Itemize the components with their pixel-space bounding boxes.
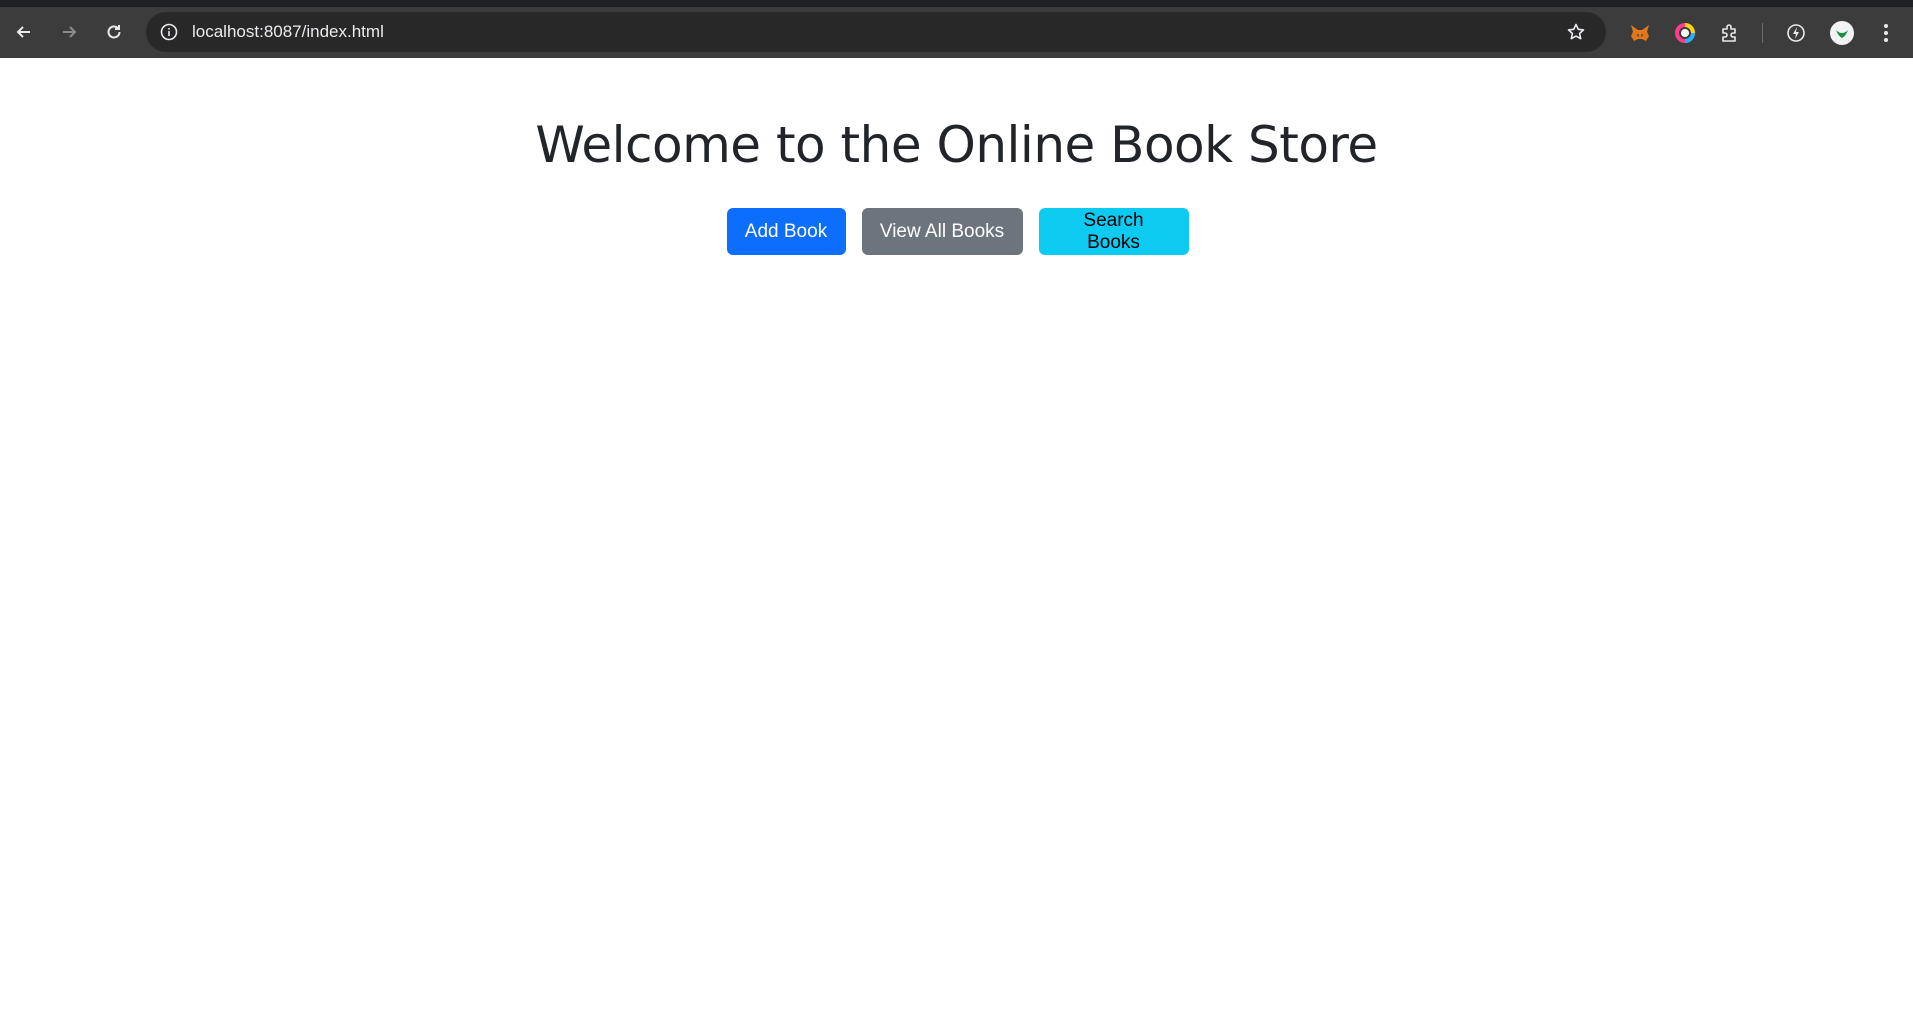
site-info-button[interactable] bbox=[158, 21, 180, 43]
kebab-menu-icon bbox=[1884, 24, 1888, 42]
reload-button[interactable] bbox=[99, 17, 129, 47]
browser-menu-button[interactable] bbox=[1873, 20, 1899, 46]
profile-avatar-icon bbox=[1830, 21, 1854, 45]
star-icon bbox=[1567, 23, 1585, 40]
reload-icon bbox=[107, 25, 121, 39]
puzzle-piece-icon bbox=[1722, 24, 1736, 42]
search-books-button[interactable]: Search Books bbox=[1038, 208, 1189, 255]
arrow-left-icon bbox=[16, 26, 30, 38]
address-bar[interactable]: localhost:8087/index.html bbox=[146, 12, 1606, 52]
toolbar-separator bbox=[1762, 23, 1763, 43]
page-title: Welcome to the Online Book Store bbox=[535, 116, 1378, 174]
metamask-extension[interactable] bbox=[1627, 20, 1653, 46]
performance-button[interactable] bbox=[1783, 20, 1809, 46]
arrow-right-icon bbox=[63, 26, 77, 38]
performance-icon bbox=[1787, 24, 1805, 42]
metamask-fox-icon bbox=[1631, 25, 1649, 41]
view-all-books-button[interactable]: View All Books bbox=[861, 208, 1023, 255]
browser-toolbar: localhost:8087/index.html bbox=[0, 0, 1913, 58]
forward-button[interactable] bbox=[54, 17, 84, 47]
bookmark-button[interactable] bbox=[1564, 20, 1588, 44]
url-text[interactable]: localhost:8087/index.html bbox=[192, 22, 384, 42]
color-extension[interactable] bbox=[1672, 20, 1698, 46]
extensions-button[interactable] bbox=[1717, 20, 1743, 46]
add-book-button[interactable]: Add Book bbox=[726, 208, 846, 255]
info-icon bbox=[160, 23, 178, 41]
page-content: Welcome to the Online Book Store Add Boo… bbox=[0, 58, 1913, 1028]
back-button[interactable] bbox=[9, 17, 39, 47]
color-ring-icon bbox=[1675, 23, 1695, 43]
profile-button[interactable] bbox=[1828, 19, 1856, 47]
action-buttons: Add Book View All Books Search Books bbox=[0, 208, 1913, 255]
